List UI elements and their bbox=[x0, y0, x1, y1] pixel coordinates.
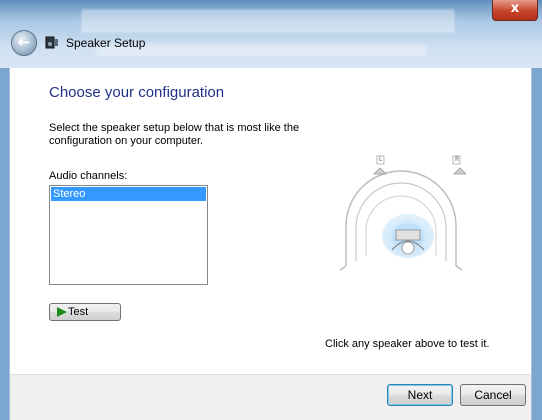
test-hint: Click any speaker above to test it. bbox=[325, 338, 490, 350]
test-button-label: Test bbox=[68, 306, 89, 318]
right-speaker-label: R bbox=[455, 156, 460, 163]
play-icon bbox=[57, 307, 67, 317]
background-window-tabs bbox=[82, 10, 454, 32]
window-title: Speaker Setup bbox=[66, 36, 146, 50]
close-icon: x bbox=[510, 1, 520, 16]
left-speaker-label: L bbox=[379, 156, 383, 163]
test-button[interactable]: Test bbox=[49, 303, 121, 321]
left-speaker-cone bbox=[373, 167, 387, 175]
cancel-button[interactable]: Cancel bbox=[460, 384, 526, 406]
window-chrome: x ← Speaker Setup bbox=[0, 0, 542, 68]
back-arrow-icon: ← bbox=[17, 33, 31, 51]
speaker-diagram bbox=[339, 155, 466, 271]
right-speaker-cone bbox=[453, 167, 466, 175]
page-heading: Choose your configuration bbox=[49, 84, 225, 101]
wizard-content: Choose your configuration Select the spe… bbox=[9, 68, 532, 374]
list-item-stereo[interactable]: Stereo bbox=[51, 187, 206, 201]
wizard-footer: Next Cancel bbox=[9, 374, 532, 420]
close-button[interactable]: x bbox=[492, 0, 538, 21]
page-description: Select the speaker setup below that is m… bbox=[49, 122, 300, 147]
next-button[interactable]: Next bbox=[387, 384, 453, 406]
speaker-icon bbox=[45, 36, 58, 49]
background-window-text bbox=[96, 44, 426, 56]
back-button[interactable]: ← bbox=[11, 30, 37, 56]
audio-channels-label: Audio channels: bbox=[49, 170, 128, 182]
audio-channels-listbox[interactable]: Stereo bbox=[49, 185, 208, 285]
